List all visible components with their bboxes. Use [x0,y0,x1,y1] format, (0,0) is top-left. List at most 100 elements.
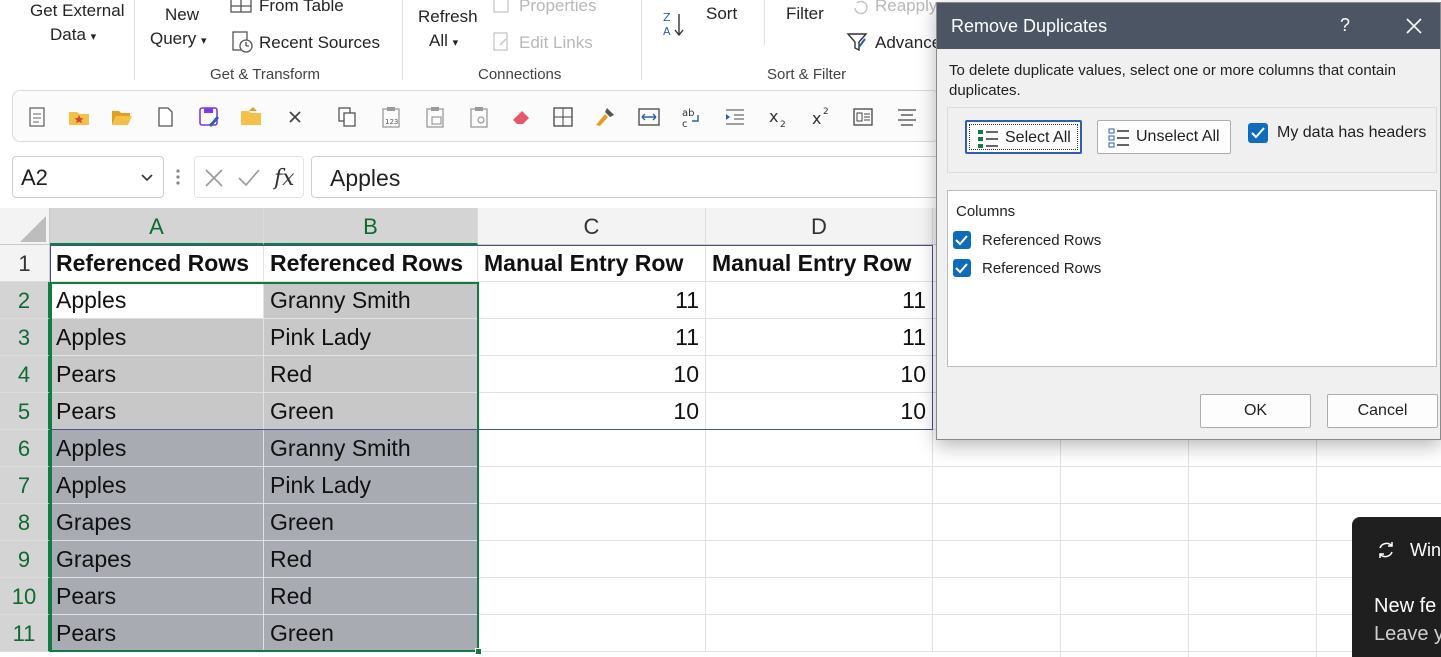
cell-b1[interactable]: Referenced Rows [264,245,478,282]
filter-button[interactable]: Filter [786,3,824,25]
row-header[interactable]: 7 [0,467,50,504]
ok-button[interactable]: OK [1200,394,1311,428]
from-table-button[interactable]: From Table [259,0,344,17]
formula-input[interactable]: Apples [311,156,951,198]
cell-d3[interactable]: 11 [706,319,933,356]
refresh-all-button[interactable]: Refresh [418,6,478,28]
new-document-icon[interactable] [153,105,177,129]
reapply-button[interactable]: Reapply [875,0,937,17]
select-all-button[interactable]: Select All [965,120,1082,154]
notification-toast[interactable]: Win New fe Leave y [1352,517,1441,657]
cell-b5[interactable]: Green [264,393,478,430]
cell-b9[interactable]: Red [264,541,478,578]
cell-c5[interactable]: 10 [478,393,706,430]
cell-b6[interactable]: Granny Smith [264,430,478,467]
paste-picture-icon[interactable] [423,105,447,129]
cell-d4[interactable]: 10 [706,356,933,393]
eraser-icon[interactable] [509,105,533,129]
row-header[interactable]: 1 [0,245,50,282]
column-header-a[interactable]: A [50,208,264,245]
cell-c1[interactable]: Manual Entry Row [478,245,706,282]
open-folder-icon[interactable] [110,105,134,129]
recent-sources-button[interactable]: Recent Sources [259,32,380,54]
close-icon[interactable] [1403,15,1425,37]
select-all-corner[interactable] [0,208,50,245]
favorites-folder-icon[interactable] [67,105,91,129]
row-header[interactable]: 8 [0,504,50,541]
cell-b3[interactable]: Pink Lady [264,319,478,356]
save-as-icon[interactable] [197,105,221,129]
cell-b8[interactable]: Green [264,504,478,541]
cell-d11[interactable] [706,615,933,652]
cell-c10[interactable] [478,578,706,615]
cell-a8[interactable]: Grapes [50,504,264,541]
get-external-data-button[interactable]: Get External [30,0,125,22]
row-header[interactable]: 5 [0,393,50,430]
cell-d10[interactable] [706,578,933,615]
cell-a6[interactable]: Apples [50,430,264,467]
help-button[interactable]: ? [1335,15,1355,36]
cell-c2[interactable]: 11 [478,282,706,319]
cell-a11[interactable]: Pears [50,615,264,652]
cell-a4[interactable]: Pears [50,356,264,393]
enter-check-icon[interactable] [237,167,261,189]
fill-handle[interactable] [475,648,482,655]
my-data-has-headers-label[interactable]: My data has headers [1277,124,1426,142]
cell-d6[interactable] [706,430,933,467]
cell-a7[interactable]: Apples [50,467,264,504]
column-item[interactable]: Referenced Rows [953,230,1423,252]
dialog-title-bar[interactable]: Remove Duplicates ? [937,3,1440,49]
more-options-icon[interactable] [174,167,182,187]
cell-d1[interactable]: Manual Entry Row [706,245,933,282]
cell-c6[interactable] [478,430,706,467]
cell-d2[interactable]: 11 [706,282,933,319]
my-data-has-headers-checkbox[interactable] [1248,123,1268,143]
cell-c4[interactable]: 10 [478,356,706,393]
row-header[interactable]: 3 [0,319,50,356]
superscript-icon[interactable]: x2 [810,105,834,129]
cell-c3[interactable]: 11 [478,319,706,356]
cell-b7[interactable]: Pink Lady [264,467,478,504]
cell-d5[interactable]: 10 [706,393,933,430]
wrap-text-icon[interactable]: abc [680,105,704,129]
cell-a9[interactable]: Grapes [50,541,264,578]
subscript-icon[interactable]: x2 [767,105,791,129]
copy-icon[interactable] [335,105,359,129]
row-header[interactable]: 10 [0,578,50,615]
cell-b11[interactable]: Green [264,615,478,652]
cell-c7[interactable] [478,467,706,504]
paste-link-icon[interactable] [467,105,491,129]
column-checkbox[interactable] [953,259,971,277]
cell-a1[interactable]: Referenced Rows [50,245,264,282]
properties-button[interactable]: Properties [519,0,596,17]
get-external-data-label2-wrap[interactable]: Data ▾ [50,24,96,48]
column-header-b[interactable]: B [264,208,478,245]
indent-icon[interactable] [723,105,747,129]
row-header[interactable]: 6 [0,430,50,467]
cell-d8[interactable] [706,504,933,541]
cancel-icon[interactable] [203,167,225,189]
cell-b2[interactable]: Granny Smith [264,282,478,319]
close-icon[interactable] [283,105,307,129]
column-item[interactable]: Referenced Rows [953,258,1423,280]
merge-cells-icon[interactable] [637,105,661,129]
form-icon[interactable] [851,105,875,129]
edit-links-button[interactable]: Edit Links [519,32,593,54]
cell-b4[interactable]: Red [264,356,478,393]
cell-d9[interactable] [706,541,933,578]
new-query-label2-wrap[interactable]: Query ▾ [150,28,207,52]
row-header[interactable]: 2 [0,282,50,319]
cell-c8[interactable] [478,504,706,541]
cell-d7[interactable] [706,467,933,504]
row-header[interactable]: 11 [0,615,50,652]
format-painter-icon[interactable] [593,105,617,129]
folder-icon[interactable] [239,105,263,129]
cell-a5[interactable]: Pears [50,393,264,430]
cell-c11[interactable] [478,615,706,652]
name-box[interactable]: A2 [12,156,164,198]
column-header-d[interactable]: D [706,208,933,245]
borders-icon[interactable] [551,105,575,129]
column-checkbox[interactable] [953,231,971,249]
cell-a2[interactable]: Apples [50,282,264,319]
new-query-button[interactable]: New [165,4,199,26]
